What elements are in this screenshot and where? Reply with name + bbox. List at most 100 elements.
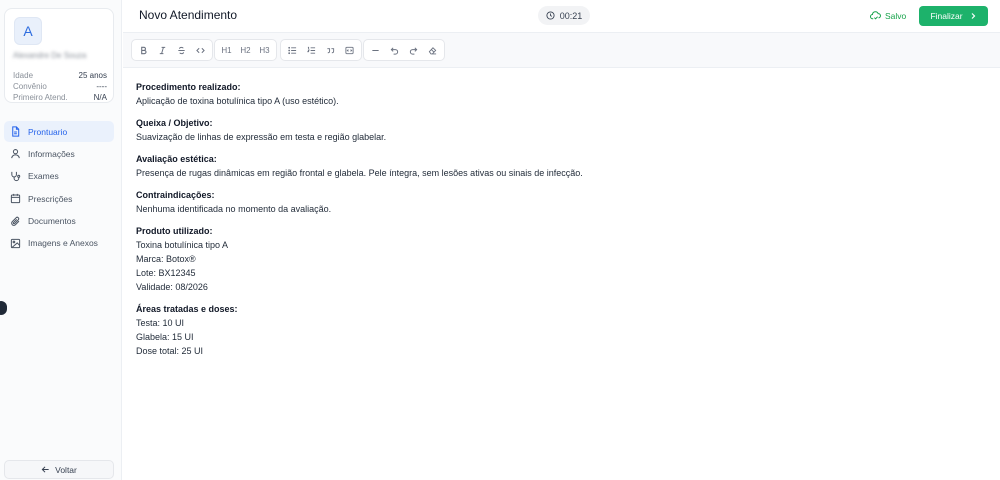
code-block-icon — [345, 46, 354, 54]
code-button[interactable] — [191, 41, 210, 59]
section-heading: Áreas tratadas e doses: — [136, 304, 238, 314]
section-line: Dose total: 25 UI — [136, 346, 204, 356]
clear-format-button[interactable] — [423, 41, 442, 59]
sidebar-item-label: Exames — [28, 171, 59, 182]
heading-2-button[interactable]: H2 — [236, 41, 255, 59]
quote-icon — [327, 47, 335, 53]
arrow-left-icon — [41, 466, 49, 473]
user-icon — [11, 149, 20, 159]
section-heading: Contraindicações: — [136, 190, 215, 200]
header: Novo Atendimento 00:21 Salvo Finalizar — [123, 0, 1000, 32]
info-label: Idade — [13, 71, 34, 80]
document-icon — [12, 126, 20, 137]
heading-1-label: H1 — [221, 45, 232, 55]
back-button-label: Voltar — [55, 464, 77, 475]
sidebar-item-prescricoes[interactable]: Prescrições — [4, 188, 114, 209]
section-heading: Avaliação estética: — [136, 154, 217, 164]
finalize-label: Finalizar — [930, 11, 963, 21]
timer-value: 00:21 — [559, 10, 583, 21]
avatar: A — [14, 17, 42, 45]
section-product: Produto utilizado: Toxina botulínica tip… — [136, 224, 976, 294]
info-value: N/A — [93, 93, 107, 102]
horizontal-rule-icon — [372, 49, 379, 51]
heading-3-label: H3 — [259, 45, 270, 55]
code-icon — [196, 47, 205, 53]
sidebar-item-exames[interactable]: Exames — [4, 166, 114, 187]
info-label: Primeiro Atend. — [13, 93, 68, 102]
stethoscope-icon — [11, 171, 21, 181]
info-value: 25 anos — [78, 71, 107, 80]
undo-button[interactable] — [385, 41, 404, 59]
sidebar-item-label: Imagens e Anexos — [28, 238, 98, 249]
patient-first-visit-row: Primeiro Atend. N/A — [13, 93, 107, 103]
cloud-check-icon — [870, 11, 881, 20]
chevron-right-icon — [971, 13, 975, 19]
heading-2-label: H2 — [240, 45, 251, 55]
toolbar-group-headings: H1 H2 H3 — [214, 39, 277, 61]
finalize-button[interactable]: Finalizar — [919, 6, 988, 26]
toolbar-group-blocks — [280, 39, 362, 61]
section-line: Toxina botulínica tipo A — [136, 240, 229, 250]
section-line: Testa: 10 UI — [136, 318, 185, 328]
section-line: Presença de rugas dinâmicas em região fr… — [136, 168, 583, 178]
sidebar-item-label: Prescrições — [28, 193, 73, 204]
calendar-icon — [10, 194, 21, 204]
toolbar-group-format — [131, 39, 213, 61]
info-value: ---- — [96, 82, 107, 91]
section-line: Suavização de linhas de expressão em tes… — [136, 132, 387, 142]
patient-name: Alexandre De Souza — [13, 51, 87, 60]
editor-content[interactable]: Procedimento realizado: Aplicação de tox… — [136, 80, 976, 366]
sidebar: A Alexandre De Souza Idade 25 anos Convê… — [0, 0, 122, 480]
italic-button[interactable] — [153, 41, 172, 59]
blockquote-button[interactable] — [321, 41, 340, 59]
horizontal-rule-button[interactable] — [366, 41, 385, 59]
bullet-list-icon — [288, 46, 297, 54]
toolbar-group-history — [363, 39, 445, 61]
paperclip-icon — [11, 216, 20, 226]
patient-age-row: Idade 25 anos — [13, 71, 107, 81]
heading-3-button[interactable]: H3 — [255, 41, 274, 59]
section-line: Lote: BX12345 — [136, 268, 196, 278]
section-heading: Produto utilizado: — [136, 226, 213, 236]
section-complaint: Queixa / Objetivo: Suavização de linhas … — [136, 116, 976, 144]
strikethrough-icon — [178, 46, 185, 54]
sidebar-item-label: Informações — [28, 148, 75, 159]
ordered-list-icon — [307, 46, 316, 54]
patient-card: A Alexandre De Souza Idade 25 anos Convê… — [4, 8, 114, 103]
sidebar-item-label: Prontuario — [28, 126, 68, 137]
timer-badge: 00:21 — [538, 6, 590, 25]
section-heading: Procedimento realizado: — [136, 82, 241, 92]
clock-icon — [546, 11, 555, 20]
ordered-list-button[interactable] — [302, 41, 321, 59]
section-line: Validade: 08/2026 — [136, 282, 208, 292]
sidebar-item-imagens-anexos[interactable]: Imagens e Anexos — [4, 233, 114, 254]
italic-icon — [159, 46, 166, 54]
section-procedure: Procedimento realizado: Aplicação de tox… — [136, 80, 976, 108]
eraser-icon — [428, 46, 437, 54]
section-contraindications: Contraindicações: Nenhuma identificada n… — [136, 188, 976, 216]
section-doses: Áreas tratadas e doses: Testa: 10 UI Gla… — [136, 302, 976, 358]
sidebar-item-informacoes[interactable]: Informações — [4, 143, 114, 164]
redo-button[interactable] — [404, 41, 423, 59]
image-icon — [10, 238, 21, 249]
undo-icon — [390, 46, 399, 55]
page-title: Novo Atendimento — [139, 8, 238, 22]
bold-button[interactable] — [134, 41, 153, 59]
section-line: Marca: Botox® — [136, 254, 196, 264]
redo-icon — [409, 46, 418, 55]
bullet-list-button[interactable] — [283, 41, 302, 59]
section-line: Nenhuma identificada no momento da avali… — [136, 204, 332, 214]
section-line: Glabela: 15 UI — [136, 332, 194, 342]
sidebar-item-label: Documentos — [28, 216, 76, 227]
sidebar-nav: Prontuario Informações Exames Prescriçõe… — [4, 121, 114, 255]
code-block-button[interactable] — [340, 41, 359, 59]
heading-1-button[interactable]: H1 — [217, 41, 236, 59]
sidebar-item-prontuario[interactable]: Prontuario — [4, 121, 114, 142]
patient-insurance-row: Convênio ---- — [13, 82, 107, 92]
saved-status: Salvo — [870, 10, 906, 21]
bold-icon — [141, 46, 147, 54]
sidebar-item-documentos[interactable]: Documentos — [4, 211, 114, 232]
section-evaluation: Avaliação estética: Presença de rugas di… — [136, 152, 976, 180]
strikethrough-button[interactable] — [172, 41, 191, 59]
back-button[interactable]: Voltar — [4, 460, 114, 479]
